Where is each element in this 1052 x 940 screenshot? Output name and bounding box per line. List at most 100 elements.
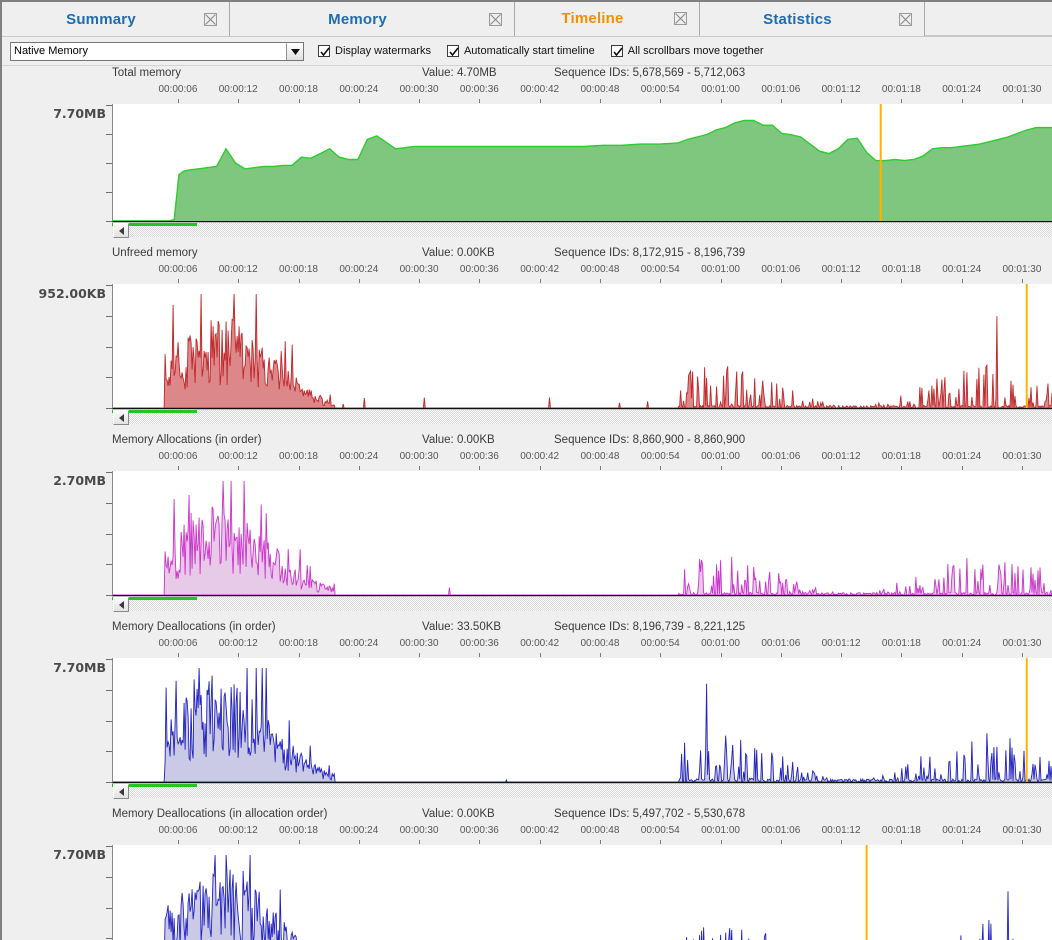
time-tick-2-5 <box>479 466 481 470</box>
chevron-down-icon[interactable] <box>286 42 303 60</box>
time-tick-2-9 <box>720 466 722 470</box>
scrollbar-0[interactable] <box>112 222 1052 238</box>
panel-title-2: Memory Allocations (in order) <box>112 434 262 446</box>
memory-type-value: Native Memory <box>14 44 88 57</box>
close-icon[interactable] <box>489 12 502 26</box>
time-label-4-12: 00:01:18 <box>881 825 921 836</box>
y-axis-max-label-1: 952.00KB <box>38 286 106 301</box>
tab-memory[interactable]: Memory <box>230 2 515 36</box>
time-label-3-4: 00:00:30 <box>399 638 439 649</box>
scrollbar-left-arrow-icon-2[interactable] <box>113 597 129 612</box>
time-tick-0-4 <box>419 99 421 103</box>
panel-value-1: Value: 0.00KB <box>422 247 495 259</box>
panel-title-0: Total memory <box>112 67 182 79</box>
close-icon[interactable] <box>674 12 687 25</box>
close-icon[interactable] <box>204 12 217 26</box>
time-label-4-14: 00:01:30 <box>1002 825 1042 836</box>
scrollbar-3[interactable] <box>112 783 1052 799</box>
tab-summary[interactable]: Summary <box>2 2 230 36</box>
time-label-1-7: 00:00:48 <box>580 264 620 275</box>
tab-timeline[interactable]: Timeline <box>515 2 700 36</box>
time-label-3-7: 00:00:48 <box>580 638 620 649</box>
checkbox-2[interactable] <box>610 45 623 57</box>
time-label-1-14: 00:01:30 <box>1002 264 1042 275</box>
time-tick-2-2 <box>298 466 300 470</box>
time-label-0-1: 00:00:12 <box>218 84 258 95</box>
time-tick-3-4 <box>419 653 421 657</box>
time-tick-3-1 <box>238 653 240 657</box>
scrollbar-left-arrow-icon-3[interactable] <box>113 784 129 799</box>
scrollbar-left-arrow-icon-0[interactable] <box>113 223 129 238</box>
time-label-1-9: 00:01:00 <box>701 264 740 275</box>
time-label-0-14: 00:01:30 <box>1002 84 1042 95</box>
time-tick-3-9 <box>720 653 722 657</box>
time-axis-labels-4: 00:00:06 00:00:12 00:00:18 00:00:24 00:00:30… <box>112 825 1052 840</box>
time-label-2-3: 00:00:24 <box>339 451 379 462</box>
checkbox-item-2[interactable]: All scrollbars move together <box>610 45 764 57</box>
checkbox-label-1: Automatically start timeline <box>463 45 595 57</box>
time-axis-labels-3: 00:00:06 00:00:12 00:00:18 00:00:24 00:00:30… <box>112 638 1052 653</box>
panel-1: Unfreed memory Value: 0.00KB Sequence IDs:… <box>2 246 1052 425</box>
time-label-1-12: 00:01:18 <box>881 264 921 275</box>
checkbox-item-0[interactable]: Display watermarks <box>318 45 431 57</box>
time-label-3-0: 00:00:06 <box>158 638 198 649</box>
panel-sequence-0: Sequence IDs: 5,678,569 - 5,712,063 <box>554 67 746 79</box>
panel-3: Memory Deallocations (in order) Value: 33… <box>2 620 1052 799</box>
time-label-3-2: 00:00:18 <box>279 638 318 649</box>
time-tick-2-3 <box>358 466 360 470</box>
scrollbar-1[interactable] <box>112 409 1052 425</box>
time-tick-4-13 <box>961 840 963 844</box>
time-label-2-11: 00:01:12 <box>821 451 861 462</box>
time-tick-4-11 <box>841 840 843 844</box>
plot-area-0[interactable] <box>112 104 1052 222</box>
scrollbar-2[interactable] <box>112 596 1052 612</box>
time-label-3-5: 00:00:36 <box>459 638 499 649</box>
panel-title-3: Memory Deallocations (in order) <box>112 621 276 633</box>
time-tick-1-5 <box>479 279 481 283</box>
time-label-4-8: 00:00:54 <box>640 825 680 836</box>
checkbox-item-1[interactable]: Automatically start timeline <box>446 45 595 57</box>
panel-2: Memory Allocations (in order) Value: 0.00… <box>2 433 1052 612</box>
time-label-4-3: 00:00:24 <box>339 825 379 836</box>
plot-wrapper-4: 7.70MB <box>2 845 1052 940</box>
checkbox-1[interactable] <box>446 45 459 57</box>
time-tick-4-10 <box>780 840 782 844</box>
time-label-4-1: 00:00:12 <box>218 825 258 836</box>
time-label-0-2: 00:00:18 <box>279 84 318 95</box>
panel-header-0: Total memory Value: 4.70MB Sequence IDs: 5… <box>2 66 1052 84</box>
time-tick-4-1 <box>238 840 240 844</box>
time-label-4-10: 00:01:06 <box>761 825 801 836</box>
time-axis-labels-1: 00:00:06 00:00:12 00:00:18 00:00:24 00:00:30… <box>112 264 1052 279</box>
time-tick-2-10 <box>780 466 782 470</box>
checkbox-label-2: All scrollbars move together <box>627 45 764 57</box>
plot-area-3[interactable] <box>112 658 1052 783</box>
scrollbar-left-arrow-icon-1[interactable] <box>113 410 129 425</box>
checkbox-0[interactable] <box>318 45 330 57</box>
time-tick-2-7 <box>599 466 601 470</box>
tab-statistics[interactable]: Statistics <box>700 2 925 36</box>
time-tick-4-14 <box>1021 840 1023 844</box>
time-label-0-9: 00:01:00 <box>701 84 740 95</box>
time-tick-3-12 <box>901 653 903 657</box>
time-label-3-12: 00:01:18 <box>881 638 921 649</box>
time-tick-0-9 <box>720 99 722 103</box>
plot-area-2[interactable] <box>112 471 1052 596</box>
memory-type-select[interactable]: Native Memory <box>10 41 304 61</box>
plot-area-1[interactable] <box>112 284 1052 409</box>
time-axis-labels-0: 00:00:06 00:00:12 00:00:18 00:00:24 00:00:30… <box>112 84 1052 99</box>
time-label-0-7: 00:00:48 <box>580 84 620 95</box>
time-tick-3-7 <box>599 653 601 657</box>
time-label-1-1: 00:00:12 <box>218 264 258 275</box>
time-tick-1-3 <box>358 279 360 283</box>
time-label-1-0: 00:00:06 <box>158 264 198 275</box>
y-axis-max-label-2: 2.70MB <box>53 473 106 488</box>
time-label-1-4: 00:00:30 <box>399 264 439 275</box>
tab-label-summary: Summary <box>66 10 136 28</box>
plot-area-4[interactable] <box>112 845 1052 940</box>
panel-sequence-3: Sequence IDs: 8,196,739 - 8,221,125 <box>554 621 746 633</box>
panel-0: Total memory Value: 4.70MB Sequence IDs: 5… <box>2 66 1052 238</box>
y-axis-max-label-3: 7.70MB <box>53 660 106 675</box>
time-tick-0-2 <box>298 99 300 103</box>
close-icon[interactable] <box>899 12 912 26</box>
time-label-2-0: 00:00:06 <box>158 451 198 462</box>
